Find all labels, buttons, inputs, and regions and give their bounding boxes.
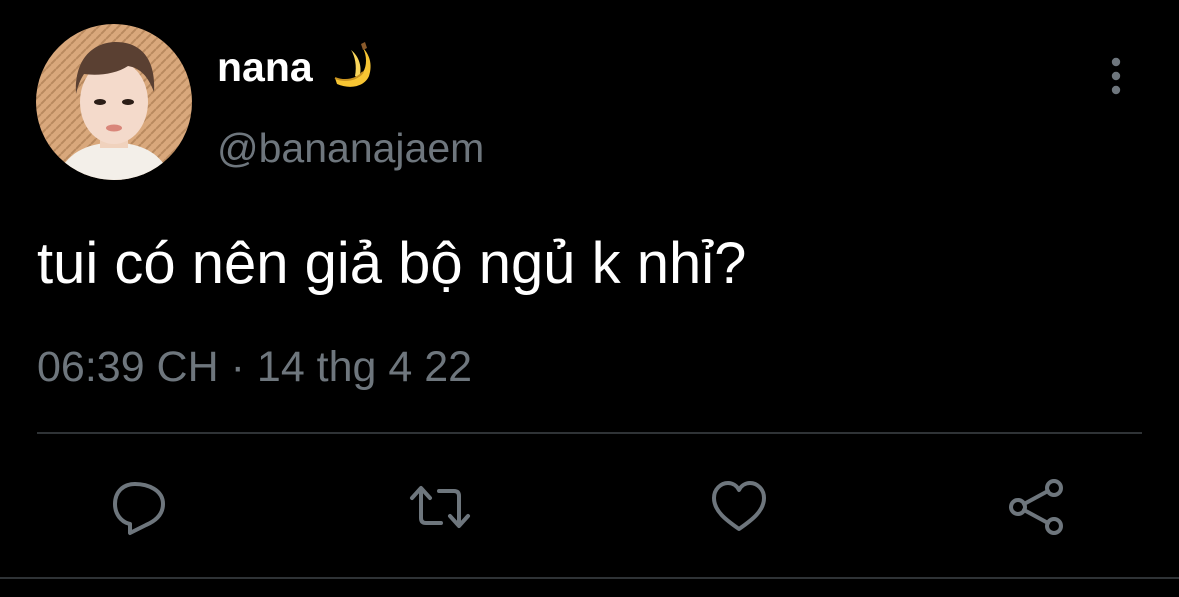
vertical-ellipsis-icon <box>1111 57 1121 95</box>
display-name[interactable]: nana <box>217 41 383 94</box>
retweet-button[interactable] <box>409 476 471 538</box>
retweet-icon <box>410 486 470 528</box>
tweet-timestamp[interactable]: 06:39 CH · 14 thg 4 22 <box>37 338 472 396</box>
avatar[interactable] <box>36 24 192 180</box>
bottom-divider <box>0 577 1179 579</box>
user-handle[interactable]: @bananajaem <box>217 122 484 174</box>
share-button[interactable] <box>1006 476 1068 538</box>
heart-icon <box>712 481 766 531</box>
like-button[interactable] <box>708 476 770 538</box>
divider <box>37 432 1142 434</box>
tweet-time: 06:39 CH <box>37 343 219 391</box>
tweet-text: tui có nên giả bộ ngủ k nhỉ? <box>37 231 747 296</box>
reply-button[interactable] <box>108 476 170 538</box>
comment-icon <box>113 482 165 535</box>
avatar-image <box>36 24 192 180</box>
share-icon <box>1009 479 1063 535</box>
tweet-date: 14 thg 4 22 <box>256 343 473 391</box>
meta-separator: · <box>230 343 245 391</box>
more-options-button[interactable] <box>1096 54 1136 98</box>
banana-icon <box>334 42 371 87</box>
display-name-text: nana <box>217 44 313 90</box>
